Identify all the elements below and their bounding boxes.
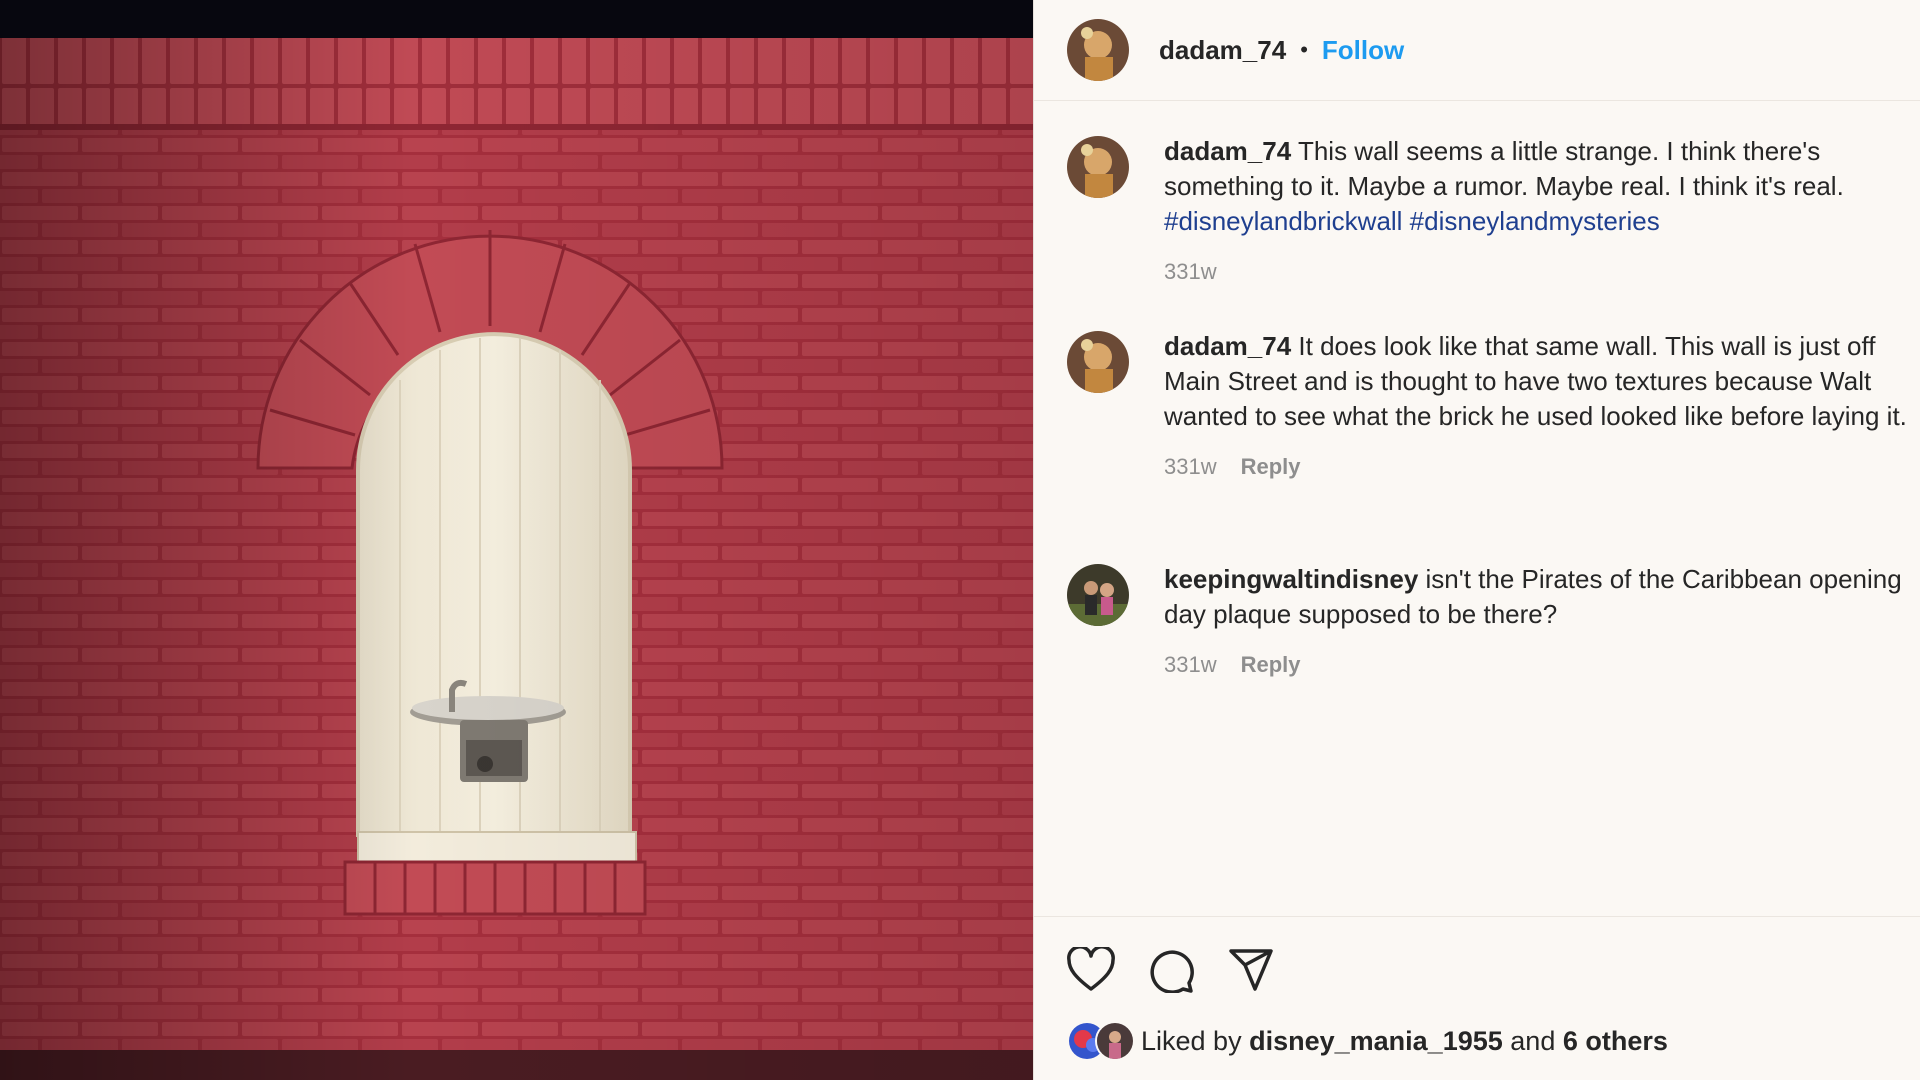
- comment-meta: 331w: [1164, 259, 1920, 285]
- comment-text: dadam_74 This wall seems a little strang…: [1164, 134, 1920, 239]
- liker-avatar[interactable]: [1095, 1021, 1135, 1061]
- post-photo[interactable]: [0, 0, 1033, 1080]
- brick-wall-photo: [0, 0, 1033, 1080]
- comment-text: dadam_74 It does look like that same wal…: [1164, 329, 1920, 434]
- comment-avatar[interactable]: [1067, 564, 1129, 626]
- comment-icon[interactable]: [1147, 947, 1195, 998]
- post-sidebar: dadam_74 • Follow dadam_74 This wall see…: [1033, 0, 1920, 1080]
- comment-avatar[interactable]: [1067, 331, 1129, 393]
- author-avatar[interactable]: [1067, 19, 1129, 81]
- post-header: dadam_74 • Follow: [1034, 0, 1920, 101]
- liker-username[interactable]: disney_mania_1955: [1249, 1026, 1503, 1056]
- post-actions: Liked by disney_mania_1955 and 6 others: [1034, 916, 1920, 1061]
- comment-username[interactable]: dadam_74: [1164, 136, 1291, 166]
- likes-others[interactable]: 6 others: [1563, 1026, 1668, 1056]
- comment-username[interactable]: dadam_74: [1164, 331, 1291, 361]
- comment-hashtags[interactable]: #disneylandbrickwall #disneylandmysterie…: [1164, 206, 1660, 236]
- header-separator: •: [1300, 37, 1308, 62]
- action-icons: [1067, 945, 1275, 998]
- reply-button[interactable]: Reply: [1241, 454, 1301, 480]
- comment-avatar-image: [1067, 564, 1129, 626]
- comment-time: 331w: [1164, 454, 1217, 479]
- comment-item: keepingwaltindisney isn't the Pirates of…: [1067, 562, 1920, 678]
- author-username[interactable]: dadam_74: [1159, 35, 1286, 66]
- comment-time: 331w: [1164, 259, 1217, 284]
- comment-item: dadam_74 This wall seems a little strang…: [1067, 134, 1920, 285]
- comment-avatar-image: [1067, 136, 1129, 198]
- likes-summary: Liked by disney_mania_1955 and 6 others: [1067, 1021, 1668, 1061]
- share-icon[interactable]: [1227, 947, 1275, 998]
- comment-time: 331w: [1164, 652, 1217, 677]
- reply-button[interactable]: Reply: [1241, 652, 1301, 678]
- likes-joiner: and: [1510, 1025, 1556, 1056]
- likes-text: Liked by disney_mania_1955 and 6 others: [1141, 1026, 1668, 1057]
- likes-prefix: Liked by: [1141, 1025, 1242, 1056]
- comment-item: dadam_74 It does look like that same wal…: [1067, 329, 1920, 480]
- comment-meta: 331w Reply: [1164, 652, 1920, 678]
- comment-avatar-image: [1067, 331, 1129, 393]
- author-avatar-image: [1067, 19, 1129, 81]
- comment-avatar[interactable]: [1067, 136, 1129, 198]
- follow-button[interactable]: Follow: [1322, 35, 1404, 66]
- heart-icon[interactable]: [1067, 945, 1115, 998]
- comment-text: keepingwaltindisney isn't the Pirates of…: [1164, 562, 1920, 632]
- comment-meta: 331w Reply: [1164, 454, 1920, 480]
- comment-username[interactable]: keepingwaltindisney: [1164, 564, 1418, 594]
